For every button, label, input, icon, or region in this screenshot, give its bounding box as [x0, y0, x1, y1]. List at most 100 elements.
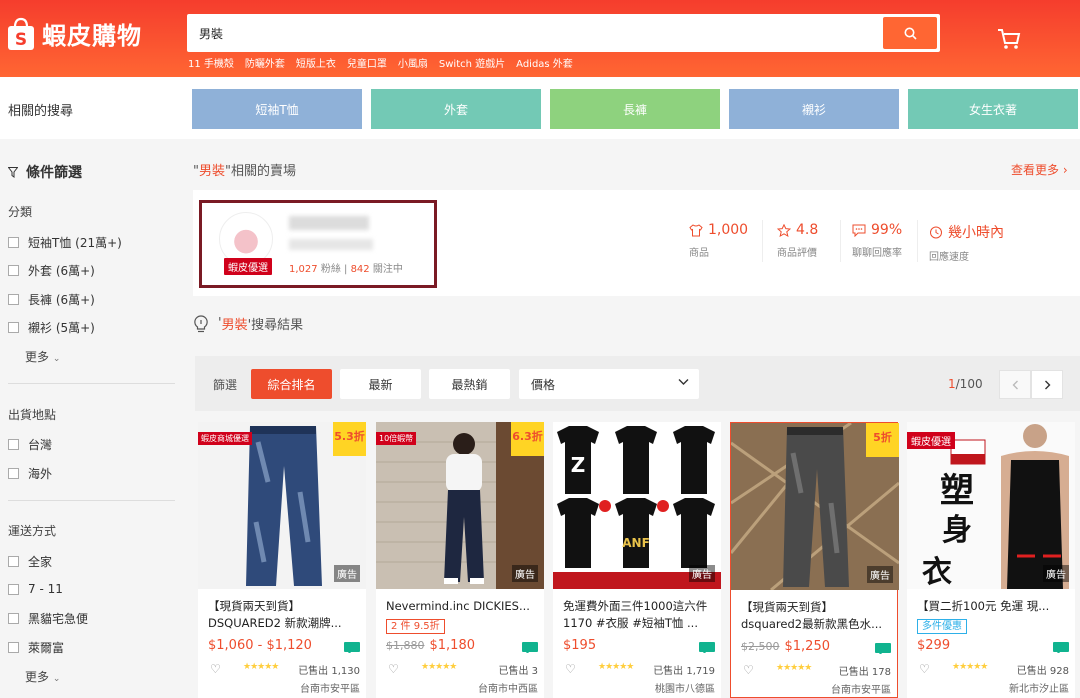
rating-stars: ★★★★★: [598, 662, 634, 672]
search-box: [187, 14, 940, 52]
shop-card[interactable]: 蝦皮優選 1,027 粉絲 | 842 關注中 1,000 商品 4.8 商品評…: [193, 190, 1080, 296]
option-label: 短袖T恤 (21萬+): [28, 236, 122, 250]
prev-page-button[interactable]: [999, 370, 1031, 399]
heart-icon[interactable]: ♡: [565, 662, 576, 676]
product-image[interactable]: 5折 廣告: [731, 423, 899, 590]
checkbox[interactable]: [8, 468, 19, 479]
shipping-more-button[interactable]: 更多 ⌄: [25, 668, 60, 685]
checkbox[interactable]: [8, 556, 19, 567]
price-value: $1,250: [784, 639, 831, 654]
heart-icon[interactable]: ♡: [210, 662, 221, 676]
checkbox[interactable]: [8, 265, 19, 276]
shop-stat-response-time: 幾小時內 回應速度: [929, 222, 1009, 263]
shopee-logo[interactable]: S 蝦皮購物: [6, 16, 142, 51]
blurred-shop-id: [289, 239, 373, 250]
promo-tag: 10倍蝦幣: [376, 432, 417, 445]
hot-word[interactable]: 小風扇: [398, 55, 428, 70]
shop-section-title: "男裝"相關的賣場: [193, 160, 296, 179]
hot-word[interactable]: 兒童口罩: [347, 55, 387, 70]
shipping-option[interactable]: 7 - 11: [8, 582, 63, 596]
sort-top-sales-button[interactable]: 最熱銷: [429, 369, 510, 399]
related-chip[interactable]: 女生衣著: [908, 89, 1078, 129]
checkbox[interactable]: [8, 583, 19, 595]
shop-follow-info: 1,027 粉絲 | 842 關注中: [289, 264, 403, 275]
divider: [762, 220, 763, 262]
ship-location: 桃園市八德區: [655, 684, 715, 695]
search-input[interactable]: [187, 14, 877, 52]
chevron-down-icon: ⌄: [52, 674, 61, 684]
price-value: $1,180: [429, 638, 476, 653]
rating-stars: ★★★★★: [421, 662, 457, 672]
search-button[interactable]: [883, 17, 937, 49]
product-card[interactable]: 10倍蝦幣 6.3折 廣告 Nevermind.inc DICKIES... 2…: [376, 422, 544, 698]
discount-badge: 5折: [866, 423, 899, 457]
checkbox[interactable]: [8, 237, 19, 248]
category-option[interactable]: 外套 (6萬+): [8, 262, 95, 279]
product-image[interactable]: 10倍蝦幣 6.3折 廣告: [376, 422, 544, 589]
hot-word[interactable]: Switch 遊戲片: [439, 55, 505, 70]
product-price: $1,880 $1,180: [386, 638, 475, 653]
product-card[interactable]: 塑 身 衣 蝦皮優選 廣告 【買二折100元 免運 現... 多件優惠 $299…: [907, 422, 1075, 698]
category-option[interactable]: 短袖T恤 (21萬+): [8, 234, 122, 251]
price-sort-select[interactable]: 價格: [519, 369, 699, 399]
sold-count: 已售出 928: [1016, 666, 1069, 677]
next-page-button[interactable]: [1031, 370, 1063, 399]
total-pages: /100: [955, 377, 983, 391]
checkbox[interactable]: [8, 322, 19, 333]
divider: [840, 220, 841, 262]
shirt-icon: [689, 223, 703, 236]
hot-word[interactable]: 防曬外套: [245, 55, 285, 70]
product-name: 【買二折100元 免運 現...: [917, 599, 1050, 613]
cart-icon[interactable]: [996, 26, 1022, 52]
svg-text:Z: Z: [571, 453, 586, 477]
sort-bar: 篩選 綜合排名 最新 最熱銷 價格 1/100: [195, 356, 1080, 411]
product-card[interactable]: Z ANF 廣告 免運費外面三件1000這六件1170 #衣服 #短袖T恤 ..…: [553, 422, 721, 698]
shop-section-suffix: "相關的賣場: [225, 164, 296, 179]
checkbox[interactable]: [8, 642, 19, 653]
option-label: 長褲 (6萬+): [28, 293, 95, 307]
discount-badge: 6.3折: [511, 422, 544, 456]
hot-word[interactable]: 短版上衣: [296, 55, 336, 70]
related-chip[interactable]: 外套: [371, 89, 541, 129]
shipping-option[interactable]: 全家: [8, 553, 52, 570]
sort-latest-button[interactable]: 最新: [340, 369, 421, 399]
product-image[interactable]: Z ANF 廣告: [553, 422, 721, 589]
product-image[interactable]: 塑 身 衣 蝦皮優選 廣告: [907, 422, 1075, 589]
hot-word[interactable]: 11 手機殼: [188, 55, 234, 70]
product-card[interactable]: 蝦皮商城優選 5.3折 廣告 【現貨兩天到貨】DSQUARED2 新款潮牌...…: [198, 422, 366, 698]
location-option[interactable]: 海外: [8, 465, 52, 482]
lightbulb-icon: [194, 314, 208, 332]
filter-icon: [8, 166, 18, 178]
free-shipping-icon: [699, 642, 715, 653]
category-option[interactable]: 長褲 (6萬+): [8, 291, 95, 308]
option-label: 台灣: [28, 438, 53, 452]
related-search-bar: 相關的搜尋 短袖T恤 外套 長褲 襯衫 女生衣著: [0, 77, 1080, 139]
product-card[interactable]: 5折 廣告 【現貨兩天到貨】dsquared2最新款黑色水... $2,500 $…: [730, 422, 899, 698]
search-icon: [904, 27, 917, 40]
product-image[interactable]: 蝦皮商城優選 5.3折 廣告: [198, 422, 366, 589]
related-chip[interactable]: 襯衫: [729, 89, 899, 129]
option-label: 海外: [28, 467, 53, 481]
checkbox[interactable]: [8, 439, 19, 450]
hot-word[interactable]: Adidas 外套: [516, 55, 573, 70]
star-icon: [777, 223, 791, 237]
stat-label: 聊聊回應率: [852, 248, 902, 259]
heart-icon[interactable]: ♡: [919, 662, 930, 676]
checkbox[interactable]: [8, 613, 19, 624]
checkbox[interactable]: [8, 294, 19, 305]
related-chip[interactable]: 短袖T恤: [192, 89, 362, 129]
heart-icon[interactable]: ♡: [743, 663, 754, 677]
following-count: 842: [350, 264, 370, 275]
sort-relevance-button[interactable]: 綜合排名: [251, 369, 332, 399]
ship-location: 台南市安平區: [831, 685, 891, 696]
heart-icon[interactable]: ♡: [388, 662, 399, 676]
chevron-left-icon: [1012, 380, 1018, 389]
shipping-option[interactable]: 萊爾富: [8, 639, 64, 656]
shipping-option[interactable]: 黑貓宅急便: [8, 610, 88, 627]
category-more-button[interactable]: 更多 ⌄: [25, 348, 60, 365]
location-option[interactable]: 台灣: [8, 436, 52, 453]
stat-value: 99%: [871, 222, 903, 238]
category-option[interactable]: 襯衫 (5萬+): [8, 319, 95, 336]
see-more-link[interactable]: 查看更多 ›: [1011, 161, 1068, 178]
related-chip[interactable]: 長褲: [550, 89, 720, 129]
